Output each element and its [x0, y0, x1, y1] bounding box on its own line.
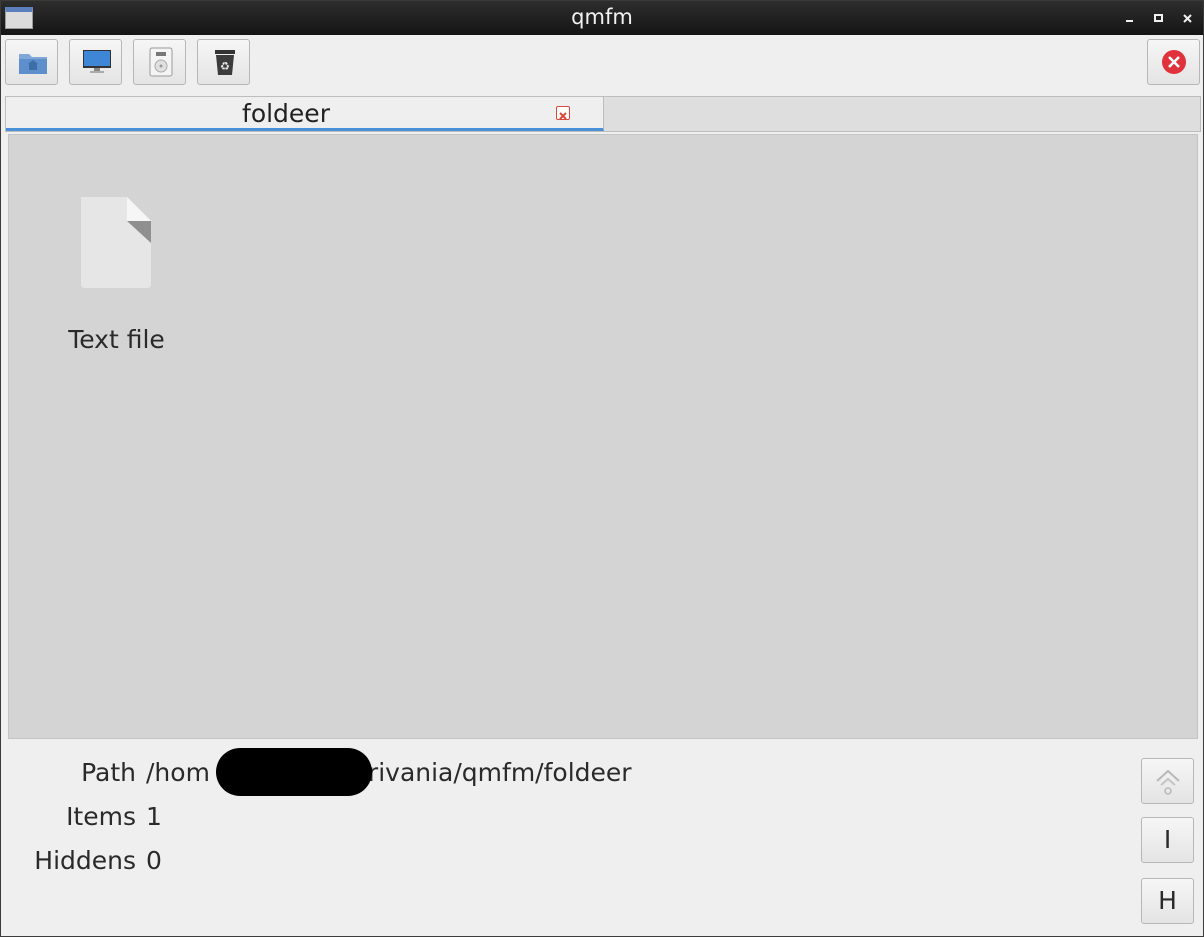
info-button[interactable]: I — [1141, 817, 1194, 863]
minimize-icon[interactable] — [1121, 9, 1139, 27]
hiddens-label: Hiddens — [34, 846, 136, 875]
path-value-end: rivania/qmfm/foldeer — [367, 758, 632, 787]
text-file-icon — [81, 197, 151, 288]
hidden-toggle-button[interactable]: H — [1141, 878, 1194, 924]
quit-button[interactable] — [1147, 39, 1200, 85]
toolbar: ♻ — [1, 35, 1203, 95]
redaction-mark — [216, 748, 372, 796]
trash-icon: ♻ — [215, 50, 235, 75]
file-item[interactable]: Text file — [49, 190, 184, 360]
items-label: Items — [66, 802, 136, 831]
file-label: Text file — [68, 325, 165, 354]
tab-label: foldeer — [242, 99, 330, 128]
drive-button[interactable] — [133, 39, 186, 85]
file-view[interactable]: Text file — [8, 134, 1198, 739]
title-bar[interactable]: qmfm — [1, 1, 1203, 35]
items-value: 1 — [146, 802, 162, 831]
go-up-icon — [1156, 769, 1180, 795]
tab-close-icon[interactable] — [556, 106, 570, 120]
home-button[interactable] — [5, 39, 58, 85]
hiddens-value: 0 — [146, 846, 162, 875]
tab-bar: foldeer — [5, 96, 1201, 132]
computer-icon — [83, 50, 111, 73]
drive-icon — [149, 47, 173, 77]
close-circle-icon — [1162, 50, 1186, 74]
window-close-icon[interactable] — [1179, 9, 1197, 27]
computer-button[interactable] — [69, 39, 122, 85]
tab-foldeer[interactable]: foldeer — [6, 97, 604, 131]
path-label: Path — [81, 758, 136, 787]
maximize-icon[interactable] — [1150, 9, 1168, 27]
hiddens-row: Hiddens 0 — [8, 846, 162, 875]
home-folder-icon — [19, 54, 47, 74]
go-up-button[interactable] — [1141, 758, 1194, 804]
app-window: qmfm ♻ foldeer Text file Path /hom rivan… — [0, 0, 1204, 937]
status-panel: Path/hom rivania/qmfm/foldeer Items 1 Hidd… — [8, 740, 1198, 935]
trash-button[interactable]: ♻ — [197, 39, 250, 85]
window-title: qmfm — [571, 5, 633, 29]
svg-text:♻: ♻ — [220, 60, 230, 73]
path-value-start: /hom — [146, 758, 210, 787]
items-row: Items 1 — [8, 802, 162, 831]
